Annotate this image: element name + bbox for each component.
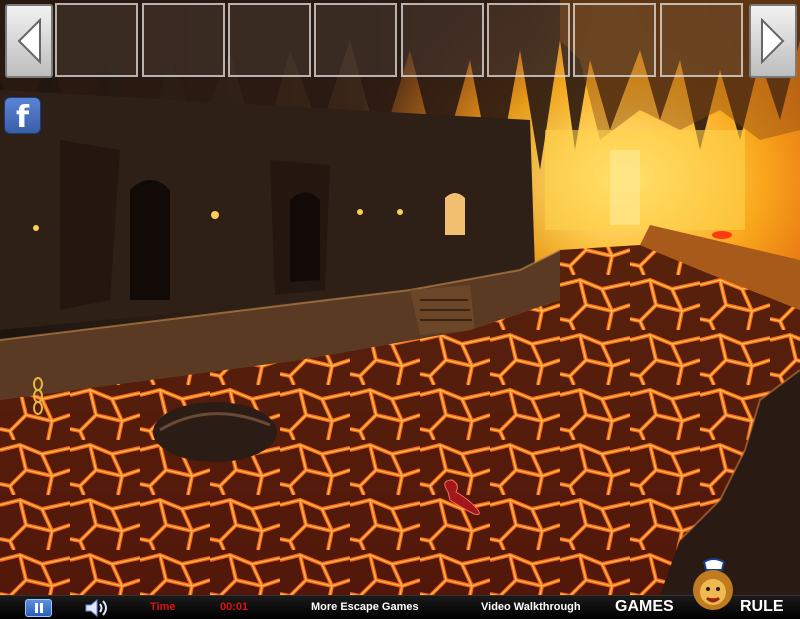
lion-mascot-icon [693, 558, 733, 610]
brand-right-text: RULE [740, 598, 784, 615]
inventory-prev-button[interactable] [5, 4, 53, 78]
pause-icon [34, 603, 43, 613]
facebook-icon: f [15, 100, 30, 135]
time-value: 00:01 [220, 601, 249, 613]
video-walkthrough-link[interactable]: Video Walkthrough [481, 601, 581, 613]
inventory-bar [0, 0, 800, 82]
inventory-slot[interactable] [487, 3, 570, 77]
speaker-icon [85, 598, 107, 618]
more-escape-games-link[interactable]: More Escape Games [311, 601, 419, 613]
inventory-slot[interactable] [55, 3, 138, 77]
game-scene[interactable] [0, 0, 800, 595]
time-label: Time [150, 601, 176, 613]
inventory-slot[interactable] [228, 3, 311, 77]
inventory-slot[interactable] [573, 3, 656, 77]
inventory-slot[interactable] [314, 3, 397, 77]
brand-left-text: GAMES [615, 598, 674, 615]
inventory-next-button[interactable] [749, 4, 797, 78]
inventory-slot[interactable] [660, 3, 743, 77]
facebook-button[interactable]: f [4, 97, 41, 134]
arrow-right-icon [761, 18, 785, 64]
inventory-slot[interactable] [142, 3, 225, 77]
pause-button[interactable] [25, 599, 52, 617]
arrow-left-icon [17, 18, 41, 64]
bottom-toolbar: Time 00:01 More Escape Games Video Walkt… [0, 595, 800, 619]
sound-button[interactable] [83, 597, 113, 619]
inventory-slot[interactable] [401, 3, 484, 77]
